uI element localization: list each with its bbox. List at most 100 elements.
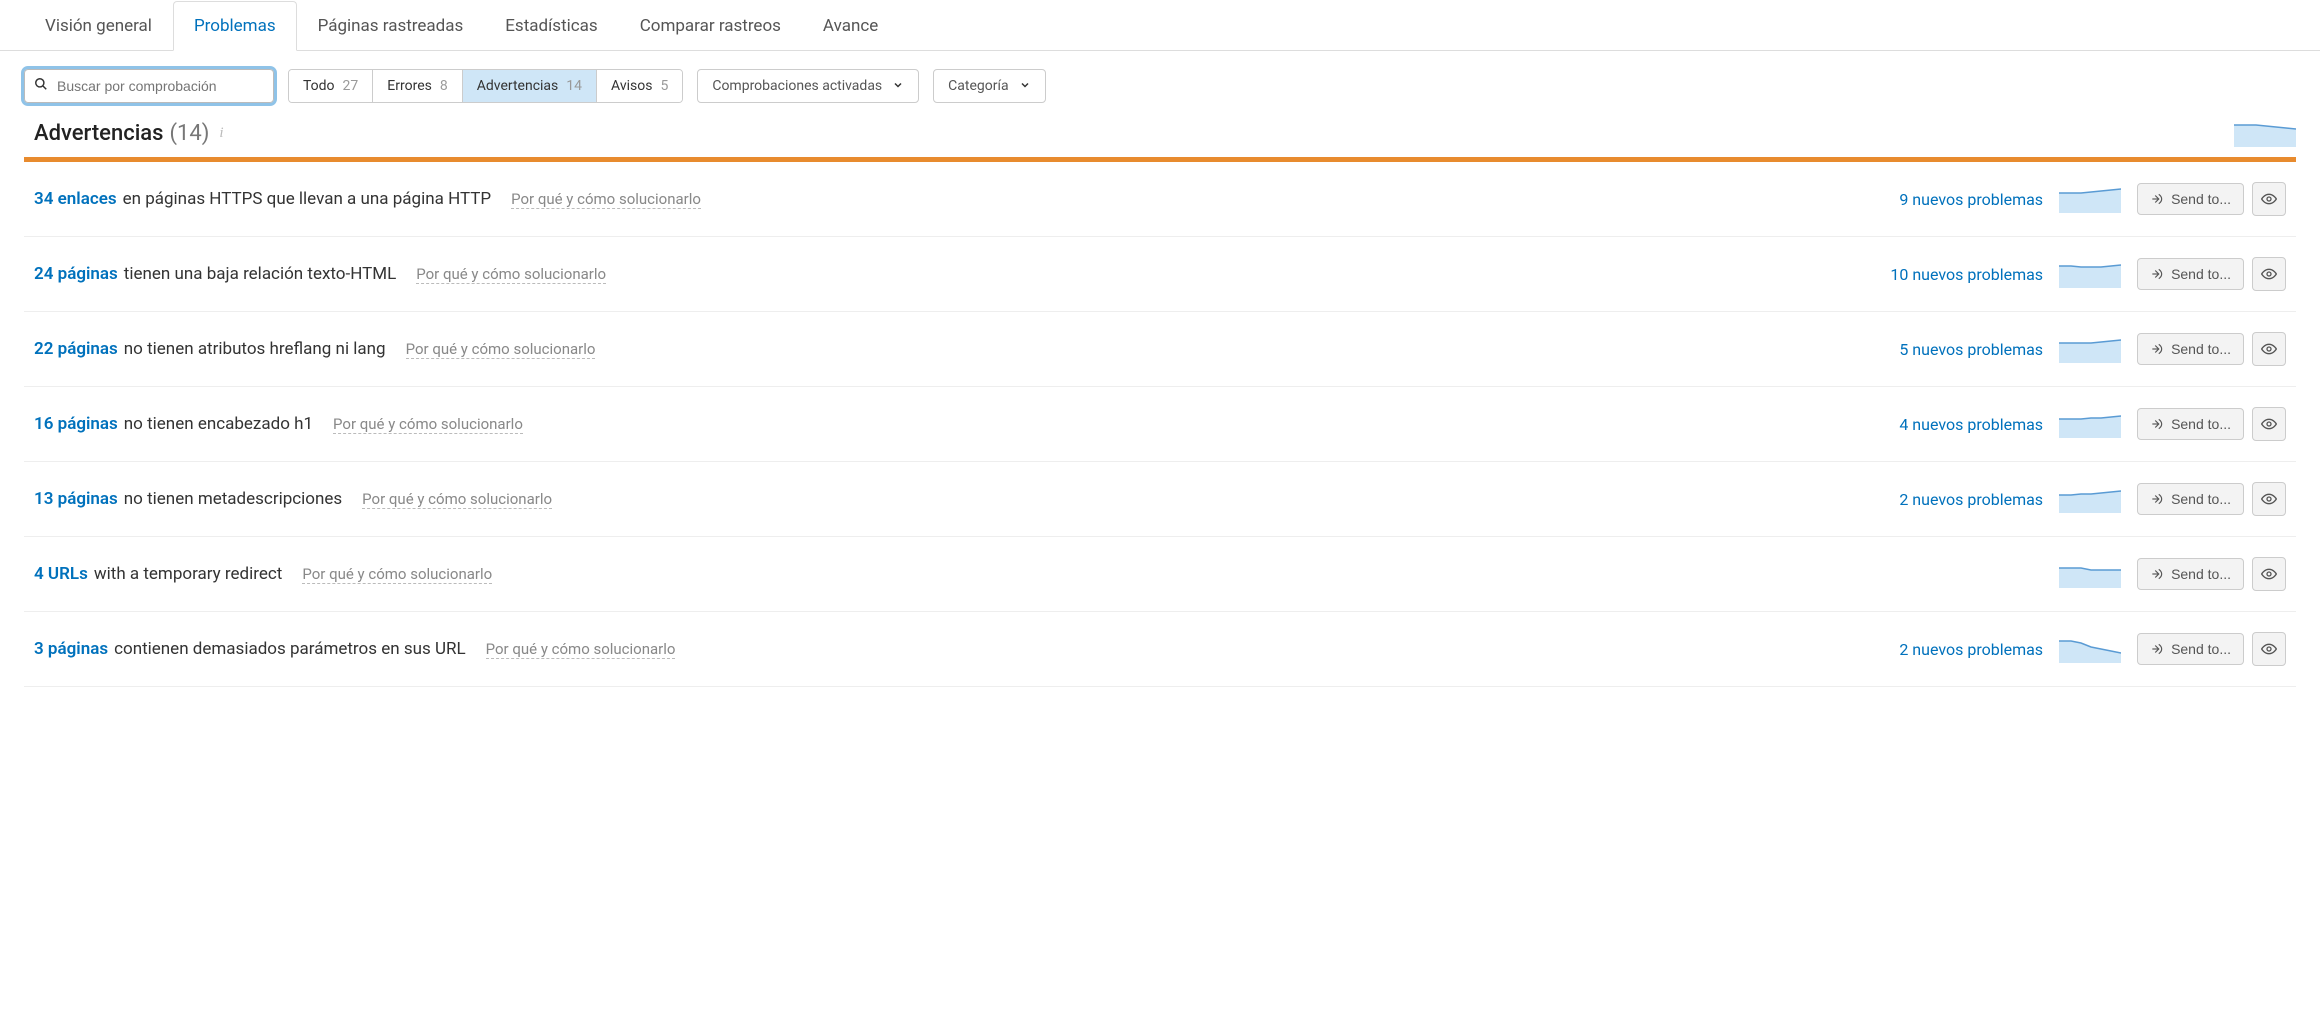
- share-icon: [2150, 267, 2164, 281]
- row-sparkline: [2059, 560, 2121, 588]
- filter-label: Advertencias: [477, 78, 559, 94]
- visibility-button[interactable]: [2252, 632, 2286, 666]
- why-link[interactable]: Por qué y cómo solucionarlo: [362, 490, 552, 509]
- issue-lead[interactable]: 3 páginas: [34, 639, 108, 659]
- section-count: (14): [170, 121, 210, 146]
- visibility-button[interactable]: [2252, 182, 2286, 216]
- why-link[interactable]: Por qué y cómo solucionarlo: [302, 565, 492, 584]
- filter-1[interactable]: Errores 8: [373, 70, 462, 102]
- share-icon: [2150, 642, 2164, 656]
- eye-icon: [2261, 341, 2277, 357]
- why-link[interactable]: Por qué y cómo solucionarlo: [333, 415, 523, 434]
- new-problems[interactable]: 5 nuevos problemas: [1899, 340, 2043, 359]
- share-icon: [2150, 417, 2164, 431]
- filter-label: Errores: [387, 78, 432, 94]
- issue-lead[interactable]: 34 enlaces: [34, 189, 117, 209]
- filter-group: Todo 27 Errores 8 Advertencias 14 Avisos 5: [288, 69, 683, 103]
- tab-5[interactable]: Avance: [802, 1, 899, 51]
- send-to-button[interactable]: Send to...: [2137, 558, 2244, 590]
- visibility-button[interactable]: [2252, 557, 2286, 591]
- category-dropdown[interactable]: Categoría: [933, 69, 1045, 103]
- issue-lead[interactable]: 22 páginas: [34, 339, 118, 359]
- checks-dropdown[interactable]: Comprobaciones activadas: [697, 69, 919, 103]
- search-icon: [34, 77, 48, 95]
- send-to-button[interactable]: Send to...: [2137, 408, 2244, 440]
- issue-lead[interactable]: 16 páginas: [34, 414, 118, 434]
- new-problems[interactable]: 2 nuevos problemas: [1899, 640, 2043, 659]
- main-tabs: Visión generalProblemasPáginas rastreada…: [0, 0, 2320, 51]
- filter-count: 5: [660, 78, 668, 94]
- new-problems[interactable]: 9 nuevos problemas: [1899, 190, 2043, 209]
- share-icon: [2150, 567, 2164, 581]
- issue-text: 24 páginas tienen una baja relación texto…: [34, 264, 1874, 284]
- eye-icon: [2261, 266, 2277, 282]
- chevron-down-icon: [892, 79, 904, 94]
- why-link[interactable]: Por qué y cómo solucionarlo: [486, 640, 676, 659]
- tab-0[interactable]: Visión general: [24, 1, 173, 51]
- row-actions: Send to...: [2137, 482, 2286, 516]
- issue-desc: no tienen metadescripciones: [124, 489, 342, 509]
- send-to-button[interactable]: Send to...: [2137, 333, 2244, 365]
- issue-desc: no tienen atributos hreflang ni lang: [124, 339, 386, 359]
- tab-1[interactable]: Problemas: [173, 1, 297, 51]
- issue-text: 16 páginasno tienen encabezado h1Por qué…: [34, 414, 1883, 434]
- issue-text: 4 URLs with a temporary redirect Por qué y…: [34, 564, 2027, 584]
- row-sparkline: [2059, 185, 2121, 213]
- row-sparkline: [2059, 410, 2121, 438]
- issue-row: 34 enlacesen páginas HTTPS que llevan a …: [24, 162, 2296, 237]
- row-actions: Send to...: [2137, 182, 2286, 216]
- send-to-button[interactable]: Send to...: [2137, 483, 2244, 515]
- new-problems[interactable]: 4 nuevos problemas: [1899, 415, 2043, 434]
- search-input[interactable]: [24, 69, 274, 103]
- visibility-button[interactable]: [2252, 407, 2286, 441]
- visibility-button[interactable]: [2252, 257, 2286, 291]
- eye-icon: [2261, 566, 2277, 582]
- issue-desc: tienen una baja relación texto-HTML: [124, 264, 396, 284]
- new-problems[interactable]: 2 nuevos problemas: [1899, 490, 2043, 509]
- issue-text: 13 páginas no tienen metadescripciones Por…: [34, 489, 1883, 509]
- why-link[interactable]: Por qué y cómo solucionarlo: [416, 265, 606, 284]
- section-title: Advertencias (14) i: [34, 121, 224, 146]
- tab-3[interactable]: Estadísticas: [484, 1, 618, 51]
- tab-2[interactable]: Páginas rastreadas: [297, 1, 485, 51]
- share-icon: [2150, 192, 2164, 206]
- filter-label: Todo: [303, 78, 335, 94]
- issue-row: 24 páginas tienen una baja relación texto…: [24, 237, 2296, 312]
- section-sparkline: [2234, 119, 2296, 147]
- filter-3[interactable]: Avisos 5: [597, 70, 682, 102]
- why-link[interactable]: Por qué y cómo solucionarlo: [406, 340, 596, 359]
- filter-label: Avisos: [611, 78, 652, 94]
- search-box: [24, 69, 274, 103]
- chevron-down-icon: [1019, 79, 1031, 94]
- filter-count: 8: [440, 78, 448, 94]
- issue-lead[interactable]: 13 páginas: [34, 489, 118, 509]
- filter-0[interactable]: Todo 27: [289, 70, 373, 102]
- row-sparkline: [2059, 260, 2121, 288]
- info-icon[interactable]: i: [219, 125, 223, 142]
- eye-icon: [2261, 641, 2277, 657]
- filter-2[interactable]: Advertencias 14: [463, 70, 597, 102]
- send-to-button[interactable]: Send to...: [2137, 183, 2244, 215]
- issue-row: 16 páginasno tienen encabezado h1Por qué…: [24, 387, 2296, 462]
- visibility-button[interactable]: [2252, 482, 2286, 516]
- tab-4[interactable]: Comparar rastreos: [619, 1, 802, 51]
- issue-row: 4 URLs with a temporary redirect Por qué y…: [24, 537, 2296, 612]
- share-icon: [2150, 492, 2164, 506]
- eye-icon: [2261, 491, 2277, 507]
- issue-lead[interactable]: 4 URLs: [34, 564, 88, 584]
- section-header: Advertencias (14) i: [0, 113, 2320, 157]
- why-link[interactable]: Por qué y cómo solucionarlo: [511, 190, 701, 209]
- filter-count: 27: [343, 78, 359, 94]
- new-problems[interactable]: 10 nuevos problemas: [1890, 265, 2043, 284]
- filter-count: 14: [566, 78, 582, 94]
- category-dropdown-label: Categoría: [948, 78, 1008, 94]
- visibility-button[interactable]: [2252, 332, 2286, 366]
- issue-desc: contienen demasiados parámetros en sus U…: [114, 639, 466, 659]
- issue-lead[interactable]: 24 páginas: [34, 264, 118, 284]
- issue-text: 34 enlacesen páginas HTTPS que llevan a …: [34, 189, 1883, 209]
- send-to-button[interactable]: Send to...: [2137, 633, 2244, 665]
- section-title-text: Advertencias: [34, 121, 164, 146]
- issue-desc: with a temporary redirect: [94, 564, 283, 584]
- send-to-button[interactable]: Send to...: [2137, 258, 2244, 290]
- share-icon: [2150, 342, 2164, 356]
